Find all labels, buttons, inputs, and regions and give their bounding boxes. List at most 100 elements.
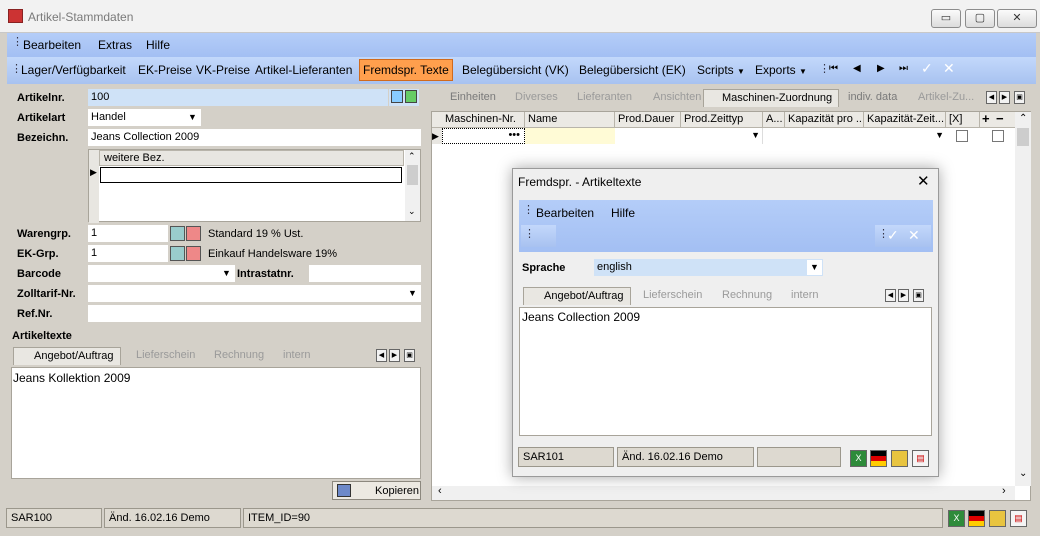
tab-ansichten[interactable]: Ansichten [653,91,701,103]
artikelart-select[interactable]: Handel ▼ [88,109,201,126]
scroll-thumb[interactable] [407,165,418,185]
tab-einheiten[interactable]: Einheiten [450,91,496,103]
col-kapazitat-pro[interactable]: Kapazität pro ... [785,112,864,127]
intrastat-field[interactable] [309,265,421,282]
tab-lieferschein[interactable]: Lieferschein [136,349,195,361]
tab-angebot-auftrag[interactable]: Angebot/Auftrag [523,287,631,305]
ekgrp-field[interactable]: 1 [88,245,168,262]
toolbar-artikel-lieferanten[interactable]: Artikel-Lieferanten [255,63,352,77]
checkbox[interactable] [992,130,1004,142]
tab-next-icon[interactable]: ▶ [999,91,1010,104]
dialog-menu-hilfe[interactable]: Hilfe [611,206,635,220]
maschinen-nr-cell[interactable]: ••• [442,128,525,144]
tab-indiv-data[interactable]: indiv. data [848,91,897,103]
scroll-down-icon[interactable]: ⌄ [1019,468,1027,479]
prev-record-icon[interactable]: ◀ [853,63,861,74]
maximize-button[interactable]: ▢ [965,9,995,28]
toolbar-belegubersicht-vk[interactable]: Belegübersicht (VK) [462,63,569,77]
toolbar-exports[interactable]: Exports ▼ [755,63,807,77]
tab-lieferschein[interactable]: Lieferschein [643,289,702,301]
report-icon[interactable]: ▤ [1010,510,1027,527]
tab-lieferanten[interactable]: Lieferanten [577,91,632,103]
weitere-bez-row[interactable] [100,167,402,183]
scroll-up-icon[interactable]: ⌃ [1019,113,1027,124]
toolbar-lager[interactable]: Lager/Verfügbarkeit [21,63,126,77]
lookup-icon[interactable] [170,226,185,241]
tab-intern[interactable]: intern [283,349,311,361]
first-record-icon[interactable]: ⏮ [829,63,838,74]
menu-bearbeiten[interactable]: Bearbeiten [23,38,81,52]
dialog-text-area[interactable]: Jeans Collection 2009 [519,307,932,436]
left-text-area[interactable]: Jeans Kollektion 2009 [11,367,421,479]
excel-icon[interactable]: X [948,510,965,527]
tab-rechnung[interactable]: Rechnung [722,289,772,301]
tab-angebot-auftrag[interactable]: Angebot/Auftrag [13,347,121,365]
next-record-icon[interactable]: ▶ [877,63,885,74]
confirm-icon[interactable]: ✓ [887,227,899,244]
lock-icon[interactable] [891,450,908,467]
col-a[interactable]: A... [763,112,785,127]
arrow-icon[interactable] [186,246,201,261]
tab-artikel-zu[interactable]: Artikel-Zu... [918,91,974,103]
cancel-icon[interactable]: ✕ [943,60,955,77]
tab-prev-icon[interactable]: ◀ [376,349,387,362]
tab-menu-icon[interactable]: ▣ [1014,91,1025,104]
menu-hilfe[interactable]: Hilfe [146,38,170,52]
prod-zeittyp-cell[interactable]: ▼ [681,128,763,144]
artikelnr-field[interactable]: 100 [88,89,388,106]
tab-prev-icon[interactable]: ◀ [986,91,997,104]
col-prod-dauer[interactable]: Prod.Dauer [615,112,681,127]
kapazitat-zeit-cell[interactable]: ▼ [864,128,946,144]
kopieren-button[interactable]: Kopieren [332,481,421,500]
toolbar-ek-preise[interactable]: EK-Preise [138,63,192,77]
bezeichn-field[interactable]: Jeans Collection 2009 [88,129,421,146]
add-row-icon[interactable]: + [982,111,990,126]
excel-icon[interactable]: X [850,450,867,467]
tab-menu-icon[interactable]: ▣ [913,289,924,302]
german-flag-icon[interactable] [870,450,887,467]
confirm-icon[interactable]: ✓ [921,60,933,77]
col-kapazitat-zeit[interactable]: Kapazität-Zeit... [864,112,946,127]
zolltarif-select[interactable]: ▼ [88,285,421,302]
horizontal-scrollbar[interactable]: ‹ › [432,485,1015,500]
vertical-scrollbar[interactable]: ⌃ ⌄ [1015,112,1031,486]
remove-row-icon[interactable]: − [996,111,1004,126]
checkbox[interactable] [956,130,968,142]
lookup-icon[interactable] [170,246,185,261]
scroll-up-icon[interactable]: ⌃ [408,151,416,162]
toolbar-belegubersicht-ek[interactable]: Belegübersicht (EK) [579,63,686,77]
toolbar-fremdspr-texte[interactable]: Fremdspr. Texte [359,59,453,81]
tab-menu-icon[interactable]: ▣ [404,349,415,362]
tab-next-icon[interactable]: ▶ [389,349,400,362]
col-name[interactable]: Name [525,112,615,127]
barcode-field[interactable]: ▼ [88,265,235,282]
lock-icon[interactable] [989,510,1006,527]
arrow-icon[interactable] [186,226,201,241]
report-icon[interactable]: ▤ [912,450,929,467]
col-prod-zeittyp[interactable]: Prod.Zeittyp [681,112,763,127]
tab-maschinen-zuordnung[interactable]: Maschinen-Zuordnung [703,89,840,107]
scroll-down-icon[interactable]: ⌄ [408,206,416,217]
warengrp-field[interactable]: 1 [88,225,168,242]
tab-diverses[interactable]: Diverses [515,91,558,103]
toolbar-scripts[interactable]: Scripts ▼ [697,63,745,77]
col-maschinen-nr[interactable]: Maschinen-Nr. [442,112,525,127]
scroll-left-icon[interactable]: ‹ [438,485,442,497]
scrollbar[interactable]: ⌃ ⌄ [405,150,420,221]
menu-extras[interactable]: Extras [98,38,132,52]
last-record-icon[interactable]: ⏭ [899,63,908,74]
toolbar-vk-preise[interactable]: VK-Preise [196,63,250,77]
refnr-field[interactable] [88,305,421,322]
sprache-select[interactable]: english ▼ [594,259,823,276]
tab-prev-icon[interactable]: ◀ [885,289,896,302]
minimize-button[interactable]: ▭ [931,9,961,28]
scroll-thumb[interactable] [1017,128,1029,146]
name-cell[interactable] [525,128,615,144]
tab-rechnung[interactable]: Rechnung [214,349,264,361]
close-button[interactable]: ✕ [997,9,1037,28]
dialog-close-icon[interactable]: ✕ [917,172,930,190]
tab-next-icon[interactable]: ▶ [898,289,909,302]
dialog-menu-bearbeiten[interactable]: Bearbeiten [536,206,594,220]
tab-intern[interactable]: intern [791,289,819,301]
col-x[interactable]: [X] [946,112,980,127]
